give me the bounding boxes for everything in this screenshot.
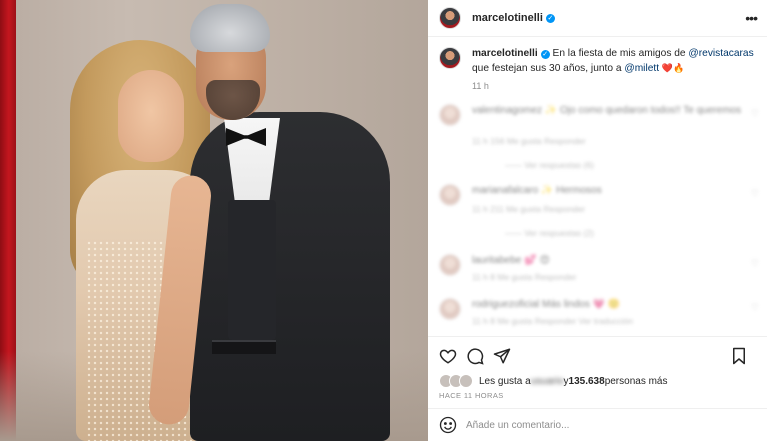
likes-suffix: personas más: [604, 375, 668, 387]
action-bar: [428, 336, 767, 374]
author-username[interactable]: marcelotinelli: [472, 12, 543, 24]
add-comment-bar: [428, 408, 767, 441]
emoji-icon[interactable]: [439, 416, 457, 434]
caption-text: marcelotinelli ✓ En la fiesta de mis amig…: [472, 47, 759, 93]
author-avatar[interactable]: [439, 7, 461, 29]
comment-meta[interactable]: 11 h 8 Me gusta Responder Ver traducción: [472, 316, 633, 326]
view-replies-link[interactable]: —— Ver respuestas (2): [505, 228, 594, 238]
comment-heart-icon[interactable]: ♡: [751, 108, 759, 119]
share-icon[interactable]: [493, 347, 511, 365]
comment-heart-icon[interactable]: ♡: [751, 188, 759, 199]
commenter-avatar[interactable]: [439, 298, 461, 320]
mention-link[interactable]: @milett: [624, 63, 659, 74]
likes-summary[interactable]: Les gusta a usuario y 135.638 personas m…: [439, 374, 759, 388]
likes-count[interactable]: 135.638: [569, 376, 605, 387]
liker-avatars: [439, 374, 473, 388]
post-side-panel: marcelotinelli ✓ ••• marcelotinelli ✓ En …: [428, 0, 767, 441]
comment-text: marianafalcaro ✨ Hermosos: [472, 185, 602, 196]
comment-icon[interactable]: [466, 347, 484, 365]
commenter-avatar[interactable]: [439, 104, 461, 126]
comment-meta[interactable]: 11 h 8 Me gusta Responder: [472, 272, 576, 282]
comment-text: lauritabebe 💕 😍: [472, 255, 550, 266]
post-photo[interactable]: [0, 0, 428, 441]
caption-emojis: ❤️🔥: [661, 63, 685, 73]
man-suit: [190, 112, 390, 441]
post-header: marcelotinelli ✓ •••: [428, 0, 767, 37]
comment-text: valentinagomez ✨ Ojo como quedaron todos…: [472, 105, 742, 116]
man-hair: [190, 4, 270, 52]
verified-badge-icon: ✓: [540, 50, 550, 59]
bookmark-icon[interactable]: [730, 347, 748, 365]
comments-list[interactable]: valentinagomez ✨ Ojo como quedaron todos…: [428, 98, 767, 336]
caption-username[interactable]: marcelotinelli: [472, 48, 538, 59]
verified-badge-icon: ✓: [545, 13, 555, 23]
view-replies-link[interactable]: —— Ver respuestas (6): [505, 160, 594, 170]
commenter-avatar[interactable]: [439, 254, 461, 276]
comment-heart-icon[interactable]: ♡: [751, 258, 759, 269]
likes-prefix: Les gusta a: [479, 375, 531, 387]
comment-meta[interactable]: 11 h 156 Me gusta Responder: [472, 136, 586, 146]
comment-meta[interactable]: 11 h 211 Me gusta Responder: [472, 204, 585, 214]
post-timestamp[interactable]: HACE 11 HORAS: [439, 391, 504, 400]
caption-avatar[interactable]: [439, 47, 461, 69]
man-belt: [212, 340, 276, 354]
more-options-icon[interactable]: •••: [745, 10, 758, 26]
liker-username[interactable]: usuario: [531, 376, 564, 387]
comment-input[interactable]: [466, 419, 696, 431]
woman-face: [118, 70, 184, 162]
comment-heart-icon[interactable]: ♡: [751, 302, 759, 313]
heart-icon[interactable]: [439, 347, 457, 365]
comment-text: rodriguezoficial Más lindos 💗 🙂: [472, 299, 621, 310]
post-caption: marcelotinelli ✓ En la fiesta de mis amig…: [439, 47, 759, 93]
man-vest: [228, 200, 276, 340]
caption-body-middle: que festejan sus 30 años, junto a: [472, 63, 625, 74]
caption-body-start: En la fiesta de mis amigos de: [549, 48, 689, 59]
mention-link[interactable]: @revistacaras: [688, 48, 753, 59]
caption-time[interactable]: 11 h: [472, 79, 759, 93]
commenter-avatar[interactable]: [439, 184, 461, 206]
